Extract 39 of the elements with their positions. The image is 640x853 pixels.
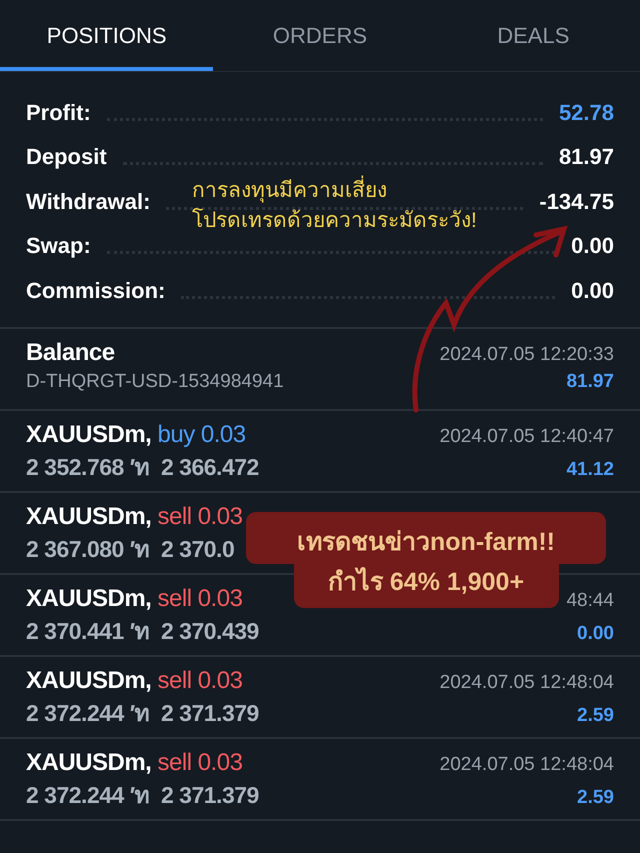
timestamp: 48:44 bbox=[566, 590, 614, 612]
summary-value: 81.97 bbox=[558, 144, 614, 171]
summary-label: Withdrawal: bbox=[26, 188, 150, 216]
timestamp: 2024.07.05 12:20:33 bbox=[440, 344, 614, 366]
summary-label: Swap: bbox=[26, 233, 91, 260]
balance-title: Balance bbox=[26, 338, 115, 366]
position-symbol: XAUUSDm, sell 0.03 bbox=[26, 666, 242, 694]
position-row[interactable]: XAUUSDm, buy 0.03 2024.07.05 12:40:47 2 352.768 ′ท 2 366.472 41.12 bbox=[0, 410, 640, 492]
summary-value: 0.00 bbox=[571, 278, 614, 304]
position-prices: 2 372.244 ′ท 2 371.379 bbox=[26, 698, 259, 728]
position-symbol: XAUUSDm, buy 0.03 bbox=[26, 420, 246, 448]
summary-label: Profit: bbox=[26, 100, 91, 126]
position-row[interactable]: XAUUSDm, sell 0.03 2024.07.05 12:48:04 2 372.244 ′ท 2 371.379 2.59 bbox=[0, 656, 640, 738]
warning-text: การลงทุนมีความเสี่ยง โปรดเทรดด้วยความระมัดระวัง! bbox=[192, 176, 477, 236]
summary-value: 0.00 bbox=[571, 233, 614, 260]
position-profit: 0.00 bbox=[577, 622, 614, 644]
position-profit: 2.59 bbox=[577, 786, 614, 808]
position-symbol: XAUUSDm, sell 0.03 bbox=[26, 502, 242, 530]
position-prices: 2 370.441 ′ท 2 370.439 bbox=[26, 616, 259, 646]
position-symbol: XAUUSDm, sell 0.03 bbox=[26, 584, 242, 612]
summary-value: -134.75 bbox=[539, 188, 614, 216]
summary-label: Deposit bbox=[26, 144, 107, 171]
position-profit: 2.59 bbox=[577, 704, 614, 726]
position-row[interactable]: XAUUSDm, sell 0.03 2024.07.05 12:48:04 2 372.244 ′ท 2 371.379 2.59 bbox=[0, 738, 640, 820]
timestamp: 2024.07.05 12:48:04 bbox=[440, 672, 614, 694]
tab[interactable]: POSITIONS bbox=[0, 0, 214, 71]
account-id: D-THQRGT-USD-1534984941 bbox=[26, 370, 284, 392]
tab[interactable]: DEALS bbox=[426, 0, 640, 71]
position-profit: 41.12 bbox=[566, 458, 614, 480]
position-prices: 2 367.080 ′ท 2 370.0 bbox=[26, 534, 234, 564]
position-symbol: XAUUSDm, sell 0.03 bbox=[26, 748, 242, 776]
summary-label: Commission: bbox=[26, 278, 166, 304]
tab[interactable]: ORDERS bbox=[213, 0, 427, 71]
position-prices: 2 352.768 ′ท 2 366.472 bbox=[26, 452, 259, 482]
timestamp: 2024.07.05 12:40:47 bbox=[440, 426, 614, 448]
summary-value: 52.78 bbox=[558, 100, 614, 126]
position-prices: 2 372.244 ′ท 2 371.379 bbox=[26, 780, 259, 810]
balance-amount: 81.97 bbox=[566, 370, 614, 392]
timestamp: 2024.07.05 12:48:04 bbox=[440, 754, 614, 776]
